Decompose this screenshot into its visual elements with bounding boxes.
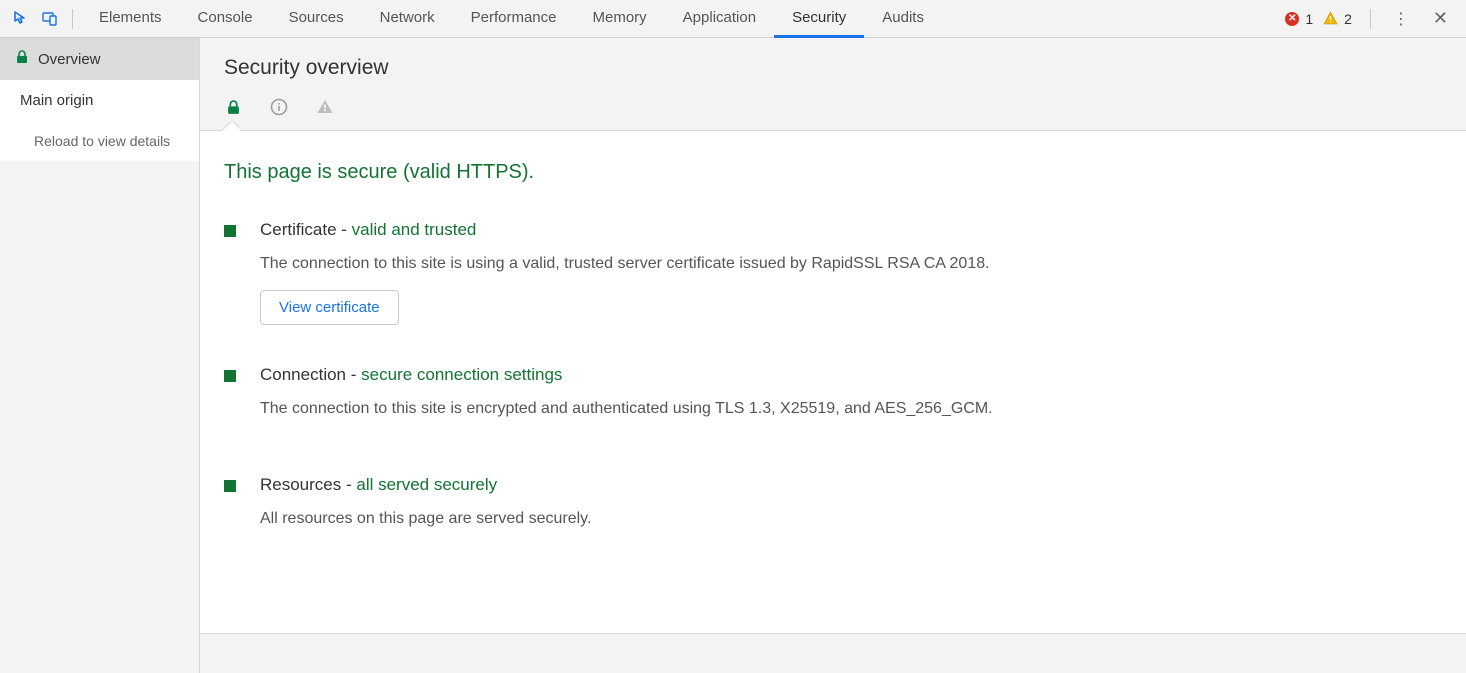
more-options-icon[interactable]: ⋮	[1383, 5, 1419, 33]
secure-bullet-icon	[224, 370, 236, 382]
section-certificate: Certificate - valid and trusted The conn…	[224, 220, 1104, 325]
tab-console[interactable]: Console	[180, 0, 271, 38]
resources-description: All resources on this page are served se…	[260, 507, 1104, 531]
content-body: This page is secure (valid HTTPS). Certi…	[200, 131, 1466, 633]
section-resources: Resources - all served securely All reso…	[224, 475, 1104, 545]
tab-network[interactable]: Network	[362, 0, 453, 38]
info-icon[interactable]	[270, 98, 288, 116]
secure-bullet-icon	[224, 225, 236, 237]
inspect-element-icon[interactable]	[8, 5, 36, 33]
secure-lock-icon[interactable]	[224, 98, 242, 116]
active-status-pointer	[222, 121, 240, 131]
content-footer	[200, 633, 1466, 673]
toolbar-right-group: ✕ 1 2 ⋮ ✕	[1285, 4, 1458, 33]
tab-sources[interactable]: Sources	[271, 0, 362, 38]
security-sidebar: Overview Main origin Reload to view deta…	[0, 38, 200, 673]
warning-icon[interactable]	[1323, 11, 1338, 26]
toolbar-left-group: Elements Console Sources Network Perform…	[8, 0, 942, 38]
sidebar-item-overview[interactable]: Overview	[0, 38, 199, 80]
sidebar-reload-message: Reload to view details	[0, 121, 199, 161]
resources-title: Resources - all served securely	[260, 475, 1104, 495]
devtools-toolbar: Elements Console Sources Network Perform…	[0, 0, 1466, 38]
connection-description: The connection to this site is encrypted…	[260, 397, 1104, 421]
tab-memory[interactable]: Memory	[575, 0, 665, 38]
sidebar-overview-label: Overview	[38, 51, 101, 68]
section-connection: Connection - secure connection settings …	[224, 365, 1104, 435]
secure-bullet-icon	[224, 480, 236, 492]
security-content: Security overview This page is secure (v…	[200, 38, 1466, 673]
warning-count: 2	[1344, 11, 1352, 27]
panel-tabs: Elements Console Sources Network Perform…	[81, 0, 942, 38]
main-area: Overview Main origin Reload to view deta…	[0, 38, 1466, 673]
sidebar-item-main-origin[interactable]: Main origin	[0, 80, 199, 121]
status-icon-row	[224, 98, 1442, 130]
tab-performance[interactable]: Performance	[453, 0, 575, 38]
device-toggle-icon[interactable]	[36, 5, 64, 33]
certificate-description: The connection to this site is using a v…	[260, 252, 1104, 276]
tab-audits[interactable]: Audits	[864, 0, 942, 38]
close-devtools-icon[interactable]: ✕	[1423, 4, 1458, 33]
lock-icon	[16, 50, 28, 68]
connection-title: Connection - secure connection settings	[260, 365, 1104, 385]
sidebar-main-origin-label: Main origin	[20, 92, 93, 109]
error-icon[interactable]: ✕	[1285, 12, 1299, 26]
tab-elements[interactable]: Elements	[81, 0, 180, 38]
not-secure-warning-icon[interactable]	[316, 98, 334, 116]
security-headline: This page is secure (valid HTTPS).	[224, 161, 1442, 184]
tab-application[interactable]: Application	[665, 0, 774, 38]
error-count: 1	[1305, 11, 1313, 27]
separator	[1370, 9, 1371, 29]
certificate-title: Certificate - valid and trusted	[260, 220, 1104, 240]
view-certificate-button[interactable]: View certificate	[260, 290, 399, 325]
tab-security[interactable]: Security	[774, 0, 864, 38]
content-header: Security overview	[200, 38, 1466, 131]
separator	[72, 9, 73, 29]
content-title: Security overview	[224, 56, 1442, 80]
